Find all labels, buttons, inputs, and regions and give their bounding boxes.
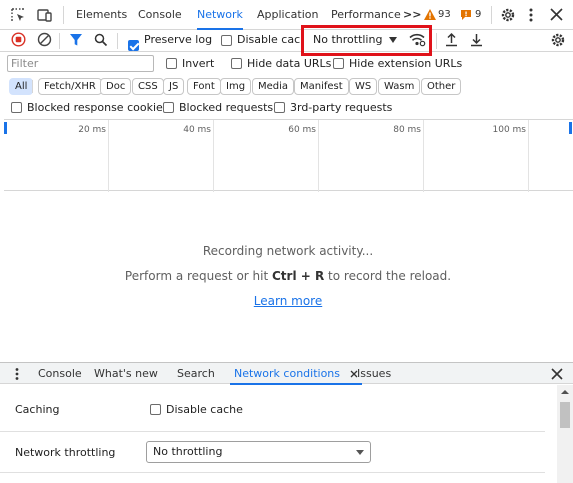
section-divider [0, 472, 545, 473]
drawer-scrollbar[interactable] [557, 385, 573, 483]
network-settings-gear-icon[interactable] [550, 32, 566, 48]
settings-gear-icon[interactable] [500, 7, 516, 23]
drawer-tab-bar: Console What's new Search Network condit… [0, 362, 573, 385]
recording-message: Recording network activity... [202, 244, 374, 258]
device-toolbar-icon[interactable] [36, 7, 53, 23]
drawer-tab-console[interactable]: Console [38, 363, 82, 385]
chip-manifest[interactable]: Manifest [294, 78, 349, 95]
chip-fetch-xhr[interactable]: Fetch/XHR [38, 78, 102, 95]
caching-label: Caching [15, 403, 60, 416]
record-stop-icon[interactable] [11, 32, 26, 47]
preserve-log-label[interactable]: Preserve log [144, 33, 212, 46]
hide-extension-urls-label[interactable]: Hide extension URLs [349, 57, 462, 70]
issue-count[interactable]: 9 [475, 9, 481, 20]
reload-hint-suffix: to record the reload. [324, 269, 452, 283]
blocked-requests-label[interactable]: Blocked requests [179, 101, 273, 114]
drawer-menu-icon[interactable] [14, 367, 20, 381]
search-icon[interactable] [94, 33, 108, 47]
disable-cache-label[interactable]: Disable cache [237, 33, 301, 46]
timeline-left-handle[interactable] [4, 122, 7, 134]
timeline-tick-label: 60 ms [288, 125, 316, 135]
network-conditions-panel: Caching Disable cache Network throttling… [0, 385, 557, 483]
chip-font[interactable]: Font [187, 78, 221, 95]
blocked-response-cookies-checkbox[interactable] [11, 102, 22, 113]
drawer-tab-network-conditions-label: Network conditions [234, 367, 341, 380]
third-party-requests-checkbox[interactable] [274, 102, 285, 113]
reload-shortcut: Ctrl + R [272, 269, 325, 283]
tab-elements[interactable]: Elements [76, 0, 127, 30]
hide-data-urls-checkbox[interactable] [231, 58, 242, 69]
close-drawer-icon[interactable] [551, 368, 563, 380]
network-throttling-label: Network throttling [15, 446, 116, 459]
network-toolbar: Preserve log Disable cache No throttling [0, 25, 573, 56]
filter-input[interactable]: Filter [7, 55, 154, 72]
inspect-element-icon[interactable] [10, 7, 26, 23]
third-party-requests-label[interactable]: 3rd-party requests [290, 101, 392, 114]
timeline-tick-label: 40 ms [183, 125, 211, 135]
disable-cache-checkbox[interactable] [221, 35, 232, 46]
chip-css[interactable]: CSS [132, 78, 164, 95]
chip-doc[interactable]: Doc [100, 78, 132, 95]
drawer-tab-issues[interactable]: Issues [357, 363, 391, 385]
chip-img[interactable]: Img [220, 78, 252, 95]
chip-js[interactable]: JS [163, 78, 185, 95]
warning-count[interactable]: 93 [438, 9, 451, 20]
chip-other[interactable]: Other [421, 78, 462, 95]
chevron-down-icon [356, 450, 364, 455]
warning-icon [424, 9, 436, 20]
throttling-highlight-box [301, 25, 432, 56]
invert-label[interactable]: Invert [182, 57, 214, 70]
drawer-tab-network-conditions[interactable]: Network conditions [230, 363, 362, 385]
timeline-tick-label: 100 ms [492, 125, 527, 135]
reload-hint-prefix: Perform a request or hit [124, 269, 272, 283]
clear-icon[interactable] [37, 32, 52, 47]
chip-ws[interactable]: WS [349, 78, 378, 95]
recording-empty-state: Recording network activity... Perform a … [0, 192, 573, 360]
drawer-tab-whats-new[interactable]: What's new [94, 363, 158, 385]
blocked-requests-checkbox[interactable] [163, 102, 174, 113]
network-throttling-value: No throttling [153, 445, 223, 458]
close-devtools-icon[interactable] [550, 8, 563, 21]
learn-more-link[interactable]: Learn more [0, 294, 573, 308]
more-options-icon[interactable] [528, 7, 534, 23]
issue-icon [460, 9, 472, 21]
import-har-icon[interactable] [445, 32, 458, 47]
network-throttling-select[interactable]: No throttling [146, 441, 371, 463]
timeline-tick-label: 80 ms [393, 125, 421, 135]
blocked-response-cookies-label[interactable]: Blocked response cookies [27, 101, 169, 114]
drawer-disable-cache-label[interactable]: Disable cache [166, 403, 243, 416]
tab-console[interactable]: Console [138, 0, 182, 30]
timeline-tick-label: 20 ms [78, 125, 106, 135]
network-overview-timeline[interactable]: 20 ms 40 ms 60 ms 80 ms 100 ms [4, 119, 573, 192]
filter-placeholder: Filter [11, 57, 39, 70]
tab-network[interactable]: Network [197, 0, 243, 30]
hide-extension-urls-checkbox[interactable] [333, 58, 344, 69]
scrollbar-thumb[interactable] [560, 402, 570, 428]
chip-media[interactable]: Media [252, 78, 295, 95]
drawer-disable-cache-checkbox[interactable] [150, 404, 161, 415]
preserve-log-checkbox[interactable] [128, 40, 139, 51]
reload-hint: Perform a request or hit Ctrl + R to rec… [0, 269, 573, 283]
hide-data-urls-label[interactable]: Hide data URLs [247, 57, 331, 70]
section-divider [0, 431, 545, 432]
invert-checkbox[interactable] [166, 58, 177, 69]
filter-funnel-icon[interactable] [69, 33, 83, 47]
export-har-icon[interactable] [470, 32, 483, 47]
drawer-tab-search[interactable]: Search [177, 363, 215, 385]
devtools-tab-bar: Elements Console Network Application Per… [0, 0, 573, 30]
timeline-right-handle[interactable] [569, 122, 572, 134]
chip-wasm[interactable]: Wasm [378, 78, 421, 95]
chip-all[interactable]: All [9, 78, 34, 95]
